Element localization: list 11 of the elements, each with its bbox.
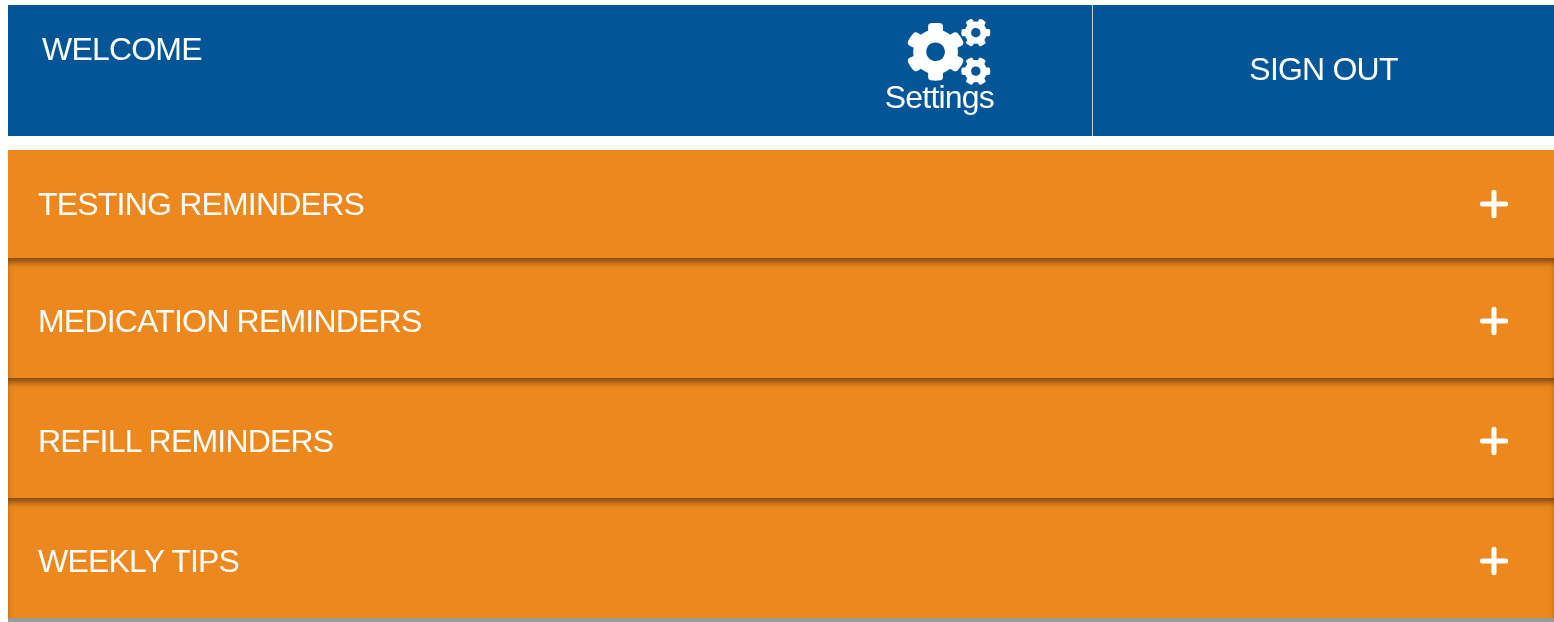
welcome-text: WELCOME <box>42 30 202 69</box>
accordion-row[interactable]: TESTING REMINDERS <box>8 150 1554 258</box>
accordion-row[interactable]: MEDICATION REMINDERS <box>8 258 1554 378</box>
section-title: REFILL REMINDERS <box>38 422 334 461</box>
accordion-row[interactable]: WEEKLY TIPS <box>8 498 1554 618</box>
accordion-row[interactable]: REFILL REMINDERS <box>8 378 1554 498</box>
section-title: MEDICATION REMINDERS <box>38 302 422 341</box>
settings-button[interactable]: Settings <box>884 19 994 136</box>
section-title: WEEKLY TIPS <box>38 542 240 581</box>
section-title: TESTING REMINDERS <box>38 185 364 224</box>
sign-out-button[interactable]: SIGN OUT <box>1092 5 1554 136</box>
